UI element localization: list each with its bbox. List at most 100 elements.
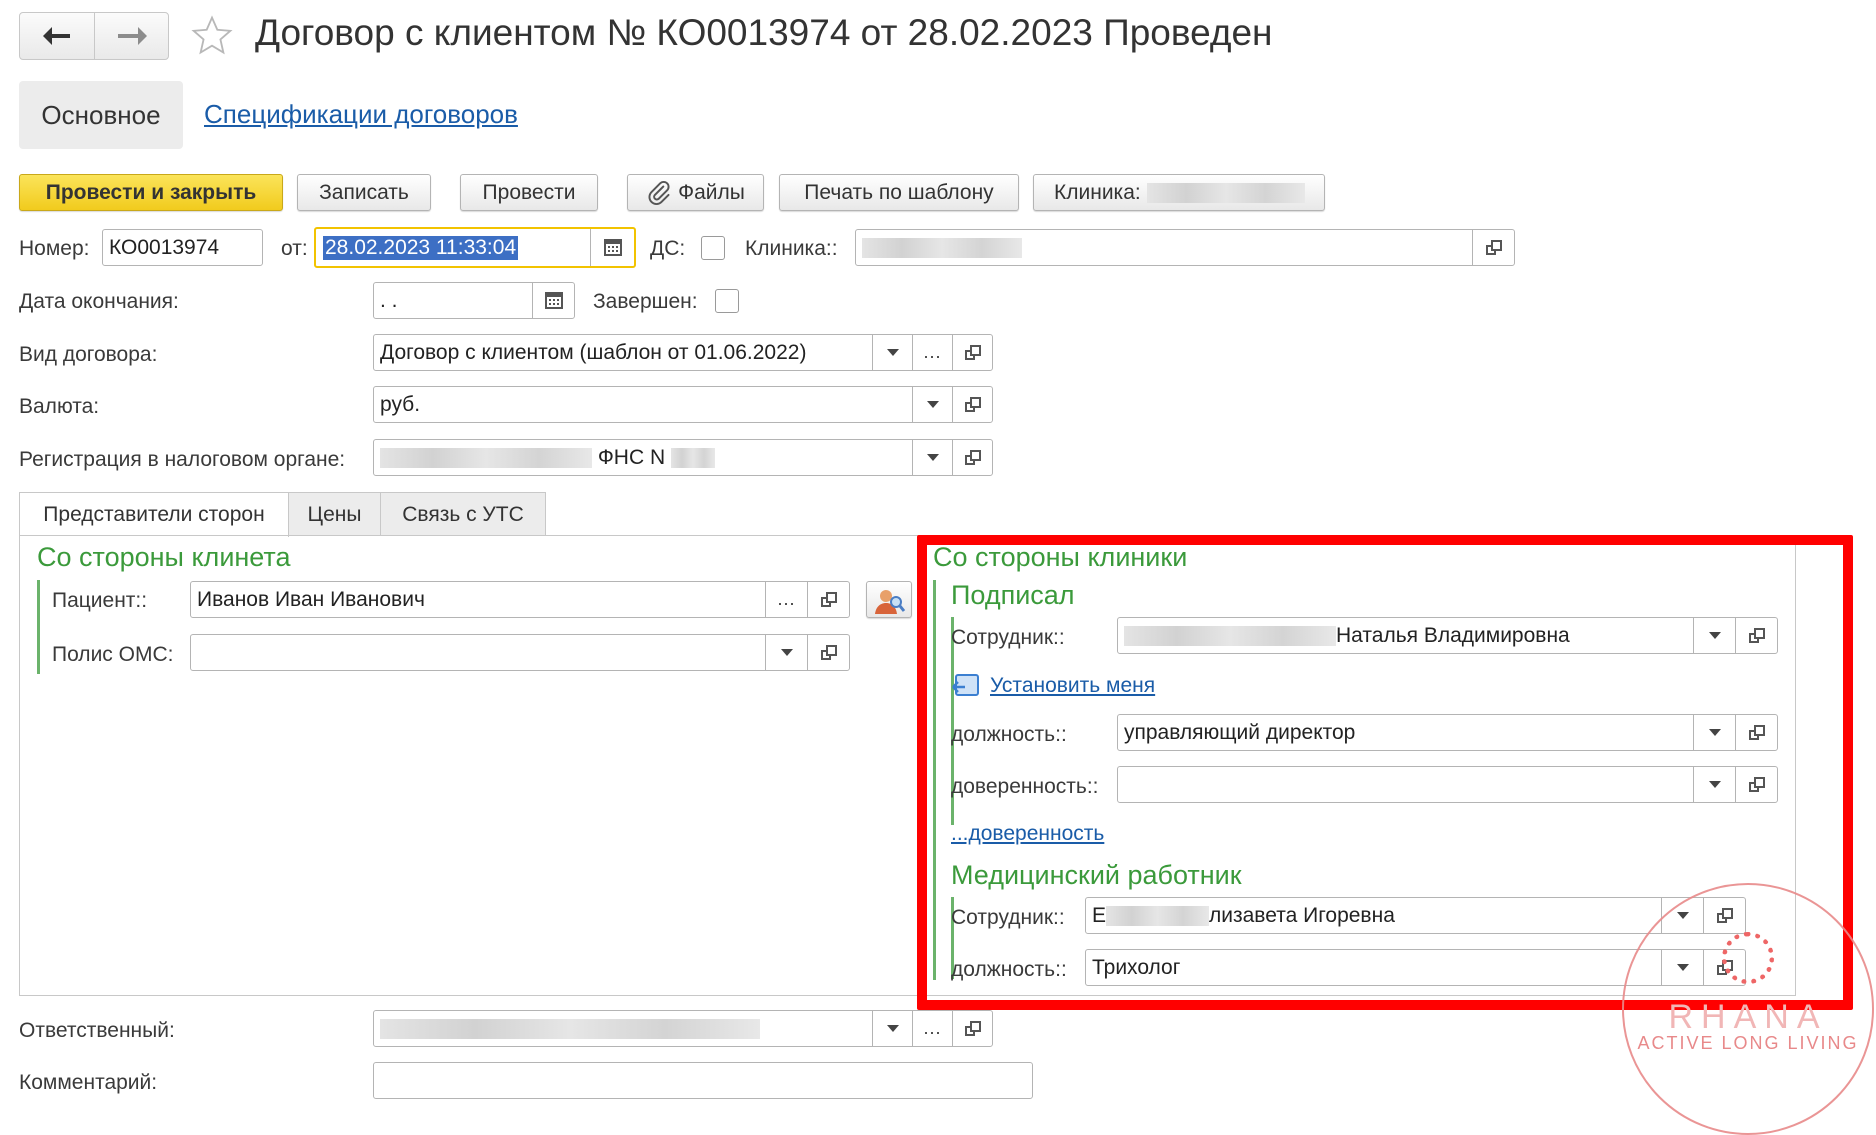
responsible-dropdown[interactable] bbox=[872, 1011, 912, 1046]
ds-checkbox[interactable] bbox=[701, 236, 725, 260]
responsible-label: Ответственный: bbox=[19, 1019, 175, 1042]
ds-label: ДС: bbox=[650, 237, 686, 260]
patient-input[interactable]: Иванов Иван Иванович ... bbox=[190, 581, 850, 618]
open-icon bbox=[964, 1020, 981, 1037]
tax-redacted bbox=[380, 447, 592, 468]
open-icon bbox=[820, 644, 837, 661]
clinic-label: Клиника:: bbox=[745, 237, 838, 260]
tab-specifications[interactable]: Спецификации договоров bbox=[204, 99, 518, 130]
post-and-close-button[interactable]: Провести и закрыть bbox=[19, 174, 283, 211]
open-icon bbox=[1485, 239, 1502, 256]
tab-representatives[interactable]: Представители сторон bbox=[19, 492, 289, 537]
more-dots-icon: ... bbox=[923, 342, 942, 362]
chevron-down-icon bbox=[886, 1025, 899, 1032]
save-button[interactable]: Записать bbox=[297, 174, 431, 211]
star-icon[interactable] bbox=[190, 14, 234, 58]
currency-open-button[interactable] bbox=[952, 387, 992, 422]
clinic-redacted bbox=[1146, 182, 1305, 203]
tax-open-button[interactable] bbox=[952, 440, 992, 475]
client-side-title: Со стороны клинета bbox=[37, 542, 291, 572]
currency-input[interactable]: руб. bbox=[373, 386, 993, 423]
contract-type-dropdown[interactable] bbox=[872, 335, 912, 370]
open-icon bbox=[964, 396, 981, 413]
responsible-redacted bbox=[380, 1018, 760, 1039]
user-search-icon bbox=[875, 589, 906, 614]
paperclip-icon bbox=[648, 180, 670, 205]
chevron-down-icon bbox=[926, 454, 939, 461]
contract-type-input[interactable]: Договор с клиентом (шаблон от 01.06.2022… bbox=[373, 334, 993, 371]
chevron-down-icon bbox=[780, 649, 793, 656]
oms-dropdown[interactable] bbox=[765, 635, 807, 670]
client-group-bar bbox=[37, 580, 40, 674]
calendar-icon bbox=[544, 292, 563, 309]
currency-value: руб. bbox=[380, 392, 421, 416]
contract-type-label: Вид договора: bbox=[19, 343, 158, 366]
date-value: 28.02.2023 11:33:04 bbox=[323, 235, 519, 260]
currency-label: Валюта: bbox=[19, 395, 100, 418]
comment-label: Комментарий: bbox=[19, 1071, 158, 1094]
back-button[interactable] bbox=[20, 13, 94, 59]
oms-label: Полис ОМС: bbox=[52, 643, 174, 666]
oms-open-button[interactable] bbox=[807, 635, 849, 670]
tax-registration-label: Регистрация в налоговом органе: bbox=[19, 448, 346, 471]
chevron-down-icon bbox=[886, 349, 899, 356]
clinic-button-label: Клиника: bbox=[1054, 180, 1141, 204]
end-date-input[interactable]: . . bbox=[373, 282, 575, 319]
clinic-input[interactable] bbox=[855, 229, 1515, 266]
post-button[interactable]: Провести bbox=[460, 174, 598, 211]
files-label: Файлы bbox=[678, 180, 745, 204]
print-template-button[interactable]: Печать по шаблону bbox=[779, 174, 1019, 211]
currency-dropdown[interactable] bbox=[912, 387, 952, 422]
tax-value: ФНС N bbox=[597, 445, 666, 469]
watermark-brand: RHANA bbox=[1668, 998, 1828, 1036]
tab-uts-link[interactable]: Связь с УТС bbox=[380, 492, 546, 536]
completed-checkbox[interactable] bbox=[715, 289, 739, 313]
comment-input[interactable] bbox=[373, 1062, 1033, 1099]
end-date-value: . . bbox=[380, 288, 398, 312]
patient-select-button[interactable]: ... bbox=[765, 582, 807, 617]
patient-label: Пациент:: bbox=[52, 589, 148, 612]
window-title: Договор с клиентом № КО0013974 от 28.02.… bbox=[255, 12, 1273, 53]
responsible-select-button[interactable]: ... bbox=[912, 1011, 952, 1046]
patient-value: Иванов Иван Иванович bbox=[197, 587, 425, 611]
date-input[interactable]: 28.02.2023 11:33:04 bbox=[314, 227, 636, 268]
number-input[interactable]: КО0013974 bbox=[102, 229, 263, 266]
patient-search-button[interactable] bbox=[866, 581, 912, 618]
number-label: Номер: bbox=[19, 237, 90, 260]
from-label: от: bbox=[281, 237, 308, 260]
contract-type-value: Договор с клиентом (шаблон от 01.06.2022… bbox=[380, 340, 807, 364]
open-icon bbox=[820, 591, 837, 608]
watermark-tagline: ACTIVE LONG LIVING bbox=[1637, 1033, 1859, 1053]
chevron-down-icon bbox=[926, 401, 939, 408]
end-date-label: Дата окончания: bbox=[19, 290, 179, 313]
tax-number-redacted bbox=[670, 447, 715, 468]
more-dots-icon: ... bbox=[777, 589, 796, 609]
calendar-icon bbox=[603, 239, 622, 256]
contract-type-select-button[interactable]: ... bbox=[912, 335, 952, 370]
contract-type-open-button[interactable] bbox=[952, 335, 992, 370]
nav-buttons bbox=[19, 12, 169, 60]
watermark-flower-icon bbox=[1722, 932, 1774, 984]
clinic-value-redacted bbox=[862, 237, 1022, 258]
clinic-open-button[interactable] bbox=[1472, 230, 1514, 265]
open-icon bbox=[964, 344, 981, 361]
open-icon bbox=[964, 449, 981, 466]
arrow-left-icon bbox=[42, 27, 70, 45]
more-dots-icon: ... bbox=[923, 1018, 942, 1038]
end-date-calendar-button[interactable] bbox=[532, 283, 574, 318]
arrow-right-icon bbox=[118, 27, 148, 45]
patient-open-button[interactable] bbox=[807, 582, 849, 617]
calendar-button[interactable] bbox=[590, 229, 634, 266]
responsible-input[interactable]: ... bbox=[373, 1010, 993, 1047]
forward-button[interactable] bbox=[93, 13, 169, 59]
responsible-open-button[interactable] bbox=[952, 1011, 992, 1046]
oms-input[interactable] bbox=[190, 634, 850, 671]
tax-registration-input[interactable]: ФНС N bbox=[373, 439, 993, 476]
number-value: КО0013974 bbox=[109, 235, 220, 259]
clinic-button[interactable]: Клиника: bbox=[1033, 174, 1325, 211]
tab-main[interactable]: Основное bbox=[19, 81, 183, 149]
tax-dropdown[interactable] bbox=[912, 440, 952, 475]
tab-prices[interactable]: Цены bbox=[288, 492, 381, 536]
completed-label: Завершен: bbox=[593, 290, 698, 313]
files-button[interactable]: Файлы bbox=[627, 174, 764, 211]
